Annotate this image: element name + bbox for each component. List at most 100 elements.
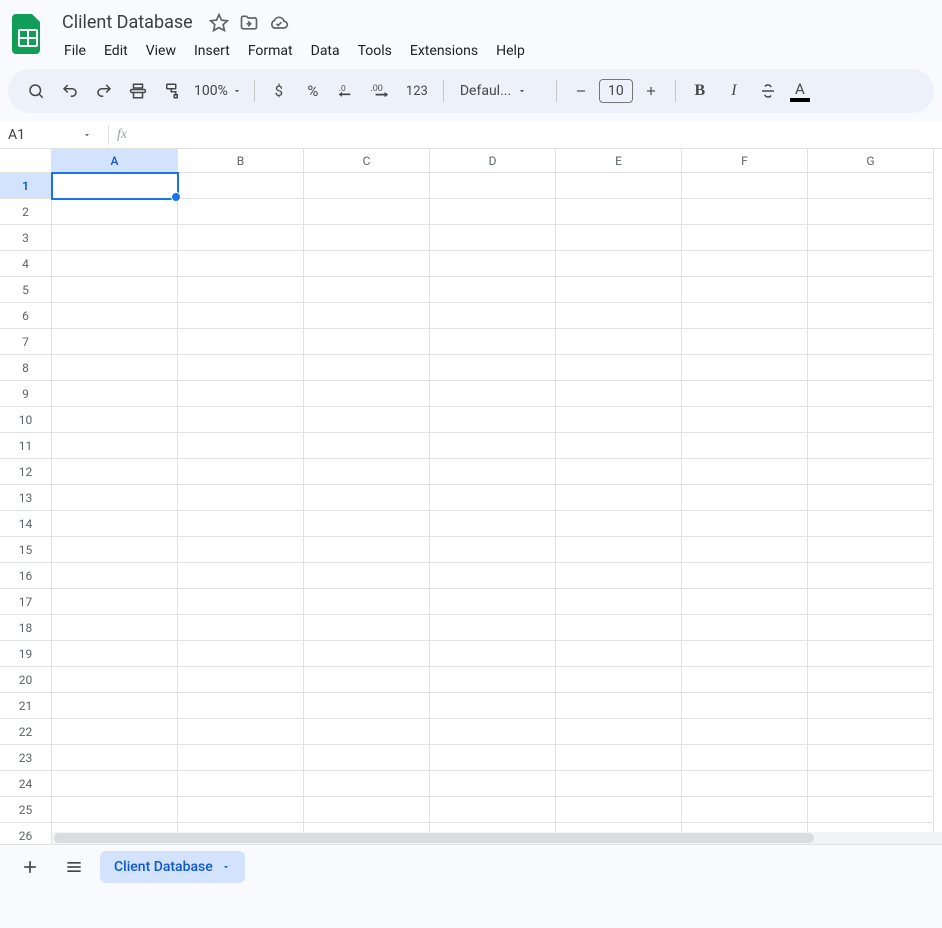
cell[interactable] [556, 199, 682, 225]
cell[interactable] [682, 745, 808, 771]
cell[interactable] [808, 459, 934, 485]
cell[interactable] [178, 355, 304, 381]
cell[interactable] [556, 589, 682, 615]
cell[interactable] [430, 745, 556, 771]
cell[interactable] [808, 771, 934, 797]
row-header[interactable]: 24 [0, 771, 52, 797]
cell[interactable] [430, 381, 556, 407]
cell[interactable] [682, 251, 808, 277]
cell[interactable] [808, 173, 934, 199]
cell[interactable] [52, 277, 178, 303]
cell[interactable] [430, 719, 556, 745]
row-header[interactable]: 14 [0, 511, 52, 537]
menu-format[interactable]: Format [240, 39, 301, 63]
cell[interactable] [178, 641, 304, 667]
cell[interactable] [178, 589, 304, 615]
col-header-e[interactable]: E [556, 149, 682, 173]
cell[interactable] [430, 797, 556, 823]
increase-font-size-icon[interactable] [635, 75, 667, 107]
cell[interactable] [556, 459, 682, 485]
cell[interactable] [304, 277, 430, 303]
cell[interactable] [556, 667, 682, 693]
cell[interactable] [682, 537, 808, 563]
cell[interactable] [556, 537, 682, 563]
col-header-g[interactable]: G [808, 149, 934, 173]
cell[interactable] [52, 433, 178, 459]
cell[interactable] [808, 329, 934, 355]
cell[interactable] [556, 745, 682, 771]
row-header[interactable]: 5 [0, 277, 52, 303]
cell[interactable] [682, 693, 808, 719]
row-header[interactable]: 9 [0, 381, 52, 407]
cell[interactable] [682, 381, 808, 407]
cell[interactable] [556, 719, 682, 745]
decrease-decimal-icon[interactable]: .0 [331, 75, 363, 107]
menu-data[interactable]: Data [303, 39, 348, 63]
cell[interactable] [52, 667, 178, 693]
cloud-status-icon[interactable] [269, 13, 289, 33]
cell[interactable] [304, 615, 430, 641]
horizontal-scrollbar[interactable] [52, 832, 942, 844]
cell[interactable] [682, 277, 808, 303]
col-header-a[interactable]: A [52, 149, 178, 173]
grid[interactable]: A B C D E F G 12345678910111213141516171… [0, 149, 942, 844]
cell[interactable] [304, 381, 430, 407]
currency-button[interactable]: $ [263, 75, 295, 107]
sheets-logo[interactable] [8, 14, 48, 54]
cell[interactable] [430, 355, 556, 381]
cell[interactable] [556, 641, 682, 667]
cell[interactable] [178, 433, 304, 459]
cell[interactable] [178, 303, 304, 329]
add-sheet-icon[interactable] [12, 849, 48, 885]
cell[interactable] [304, 589, 430, 615]
cell[interactable] [808, 667, 934, 693]
cell[interactable] [808, 797, 934, 823]
cell[interactable] [430, 407, 556, 433]
cell[interactable] [808, 641, 934, 667]
row-header[interactable]: 12 [0, 459, 52, 485]
menu-view[interactable]: View [138, 39, 184, 63]
number-format-button[interactable]: 123 [399, 75, 435, 107]
row-header[interactable]: 17 [0, 589, 52, 615]
col-header-d[interactable]: D [430, 149, 556, 173]
menu-help[interactable]: Help [488, 39, 533, 63]
cell[interactable] [556, 329, 682, 355]
cell[interactable] [808, 433, 934, 459]
cell[interactable] [682, 719, 808, 745]
cell[interactable] [682, 667, 808, 693]
row-header[interactable]: 7 [0, 329, 52, 355]
cell[interactable] [52, 719, 178, 745]
cell[interactable] [52, 225, 178, 251]
cell[interactable] [430, 615, 556, 641]
cell[interactable] [52, 771, 178, 797]
cell[interactable] [682, 329, 808, 355]
text-color-button[interactable]: A [786, 80, 814, 102]
cell[interactable] [430, 251, 556, 277]
cell[interactable] [178, 797, 304, 823]
percent-button[interactable]: % [297, 75, 329, 107]
cell[interactable] [178, 173, 304, 199]
cell[interactable] [52, 173, 178, 199]
row-header[interactable]: 23 [0, 745, 52, 771]
increase-decimal-icon[interactable]: .00 [365, 75, 397, 107]
cell[interactable] [304, 771, 430, 797]
menu-extensions[interactable]: Extensions [402, 39, 486, 63]
row-header[interactable]: 16 [0, 563, 52, 589]
cell[interactable] [682, 173, 808, 199]
cell[interactable] [682, 771, 808, 797]
cell[interactable] [178, 537, 304, 563]
cell[interactable] [556, 355, 682, 381]
cell[interactable] [178, 563, 304, 589]
cell[interactable] [178, 407, 304, 433]
cell[interactable] [178, 745, 304, 771]
cell[interactable] [556, 511, 682, 537]
cell[interactable] [430, 459, 556, 485]
row-header[interactable]: 22 [0, 719, 52, 745]
zoom-select[interactable]: 100% [190, 83, 246, 99]
cell[interactable] [808, 537, 934, 563]
row-header[interactable]: 25 [0, 797, 52, 823]
cell[interactable] [304, 667, 430, 693]
cell[interactable] [304, 329, 430, 355]
row-header[interactable]: 19 [0, 641, 52, 667]
row-header[interactable]: 11 [0, 433, 52, 459]
